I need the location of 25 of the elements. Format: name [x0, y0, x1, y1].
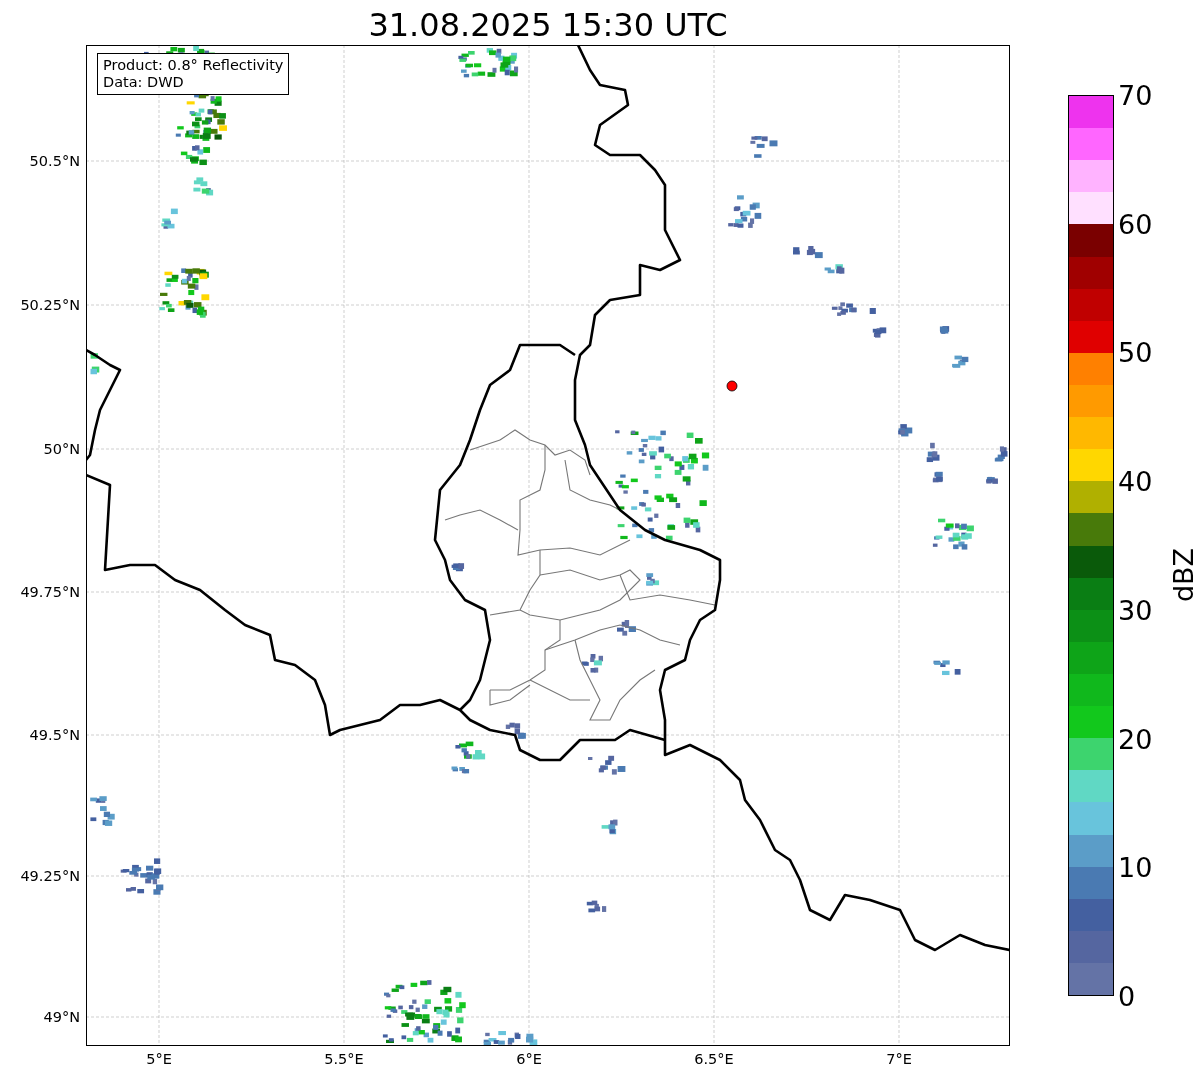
axis-tick-label: 6°E [516, 1051, 542, 1067]
axis-tick-label: 50°N [43, 441, 80, 457]
axis-tick-label: 49.5°N [29, 727, 80, 743]
colorbar-tick-label: 30 [1118, 594, 1153, 626]
axis-tick-label: 5.5°E [324, 1051, 364, 1067]
colorbar-tick-label: 40 [1118, 465, 1153, 497]
axis-tick-label: 5°E [146, 1051, 172, 1067]
colorbar-tick-label: 0 [1118, 980, 1136, 1012]
colorbar-tick-label: 60 [1118, 208, 1153, 240]
axis-tick-label: 50.25°N [20, 297, 80, 313]
axis-tick-label: 49.25°N [20, 868, 80, 884]
colorbar-label: dBZ [1167, 547, 1199, 603]
axis-tick-label: 49°N [43, 1009, 80, 1025]
chart-title: 31.08.2025 15:30 UTC [368, 5, 728, 45]
colorbar-tick-label: 20 [1118, 723, 1153, 755]
axis-tick-label: 49.75°N [20, 584, 80, 600]
colorbar-tick-label: 50 [1118, 336, 1153, 368]
axis-tick-label: 7°E [886, 1051, 912, 1067]
location-marker [726, 380, 738, 392]
legend-text: Data: DWD [103, 74, 185, 91]
colorbar-tick-label: 70 [1118, 79, 1153, 111]
axis-tick-label: 50.5°N [29, 153, 80, 169]
axis-tick-label: 6.5°E [694, 1051, 734, 1067]
colorbar-tick-label: 10 [1118, 851, 1153, 883]
legend-text: Product: 0.8° Reflectivity [103, 57, 284, 74]
